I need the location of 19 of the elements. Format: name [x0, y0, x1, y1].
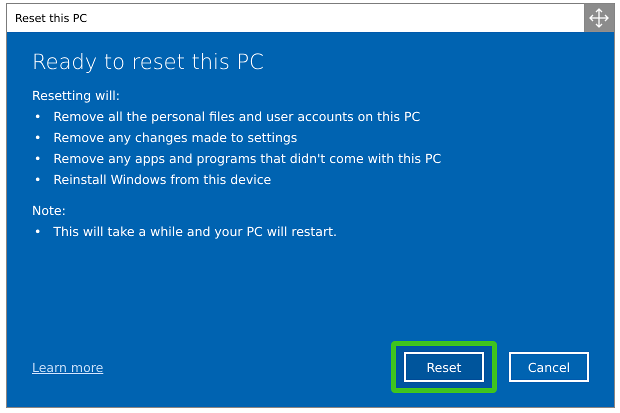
bullet: •	[34, 172, 42, 187]
window-title: Reset this PC	[15, 12, 88, 24]
move-button[interactable]	[584, 4, 614, 32]
bullet: •	[34, 109, 42, 124]
section-label: Resetting will:	[32, 88, 121, 103]
list-item-text: Remove all the personal files and user accounts on this PC	[53, 109, 420, 124]
list-item-text: Remove any changes made to settings	[53, 130, 298, 145]
list-item-text: This will take a while and your PC will restart.	[53, 224, 337, 239]
list-item-text: Reinstall Windows from this device	[53, 172, 272, 187]
bullet: •	[34, 224, 42, 239]
list-item-text: Remove any apps and programs that didn't come with this PC	[53, 151, 442, 166]
bullet: •	[34, 130, 42, 145]
learn-more-link[interactable]: Learn more	[32, 360, 104, 374]
section-label: Note:	[32, 203, 67, 218]
bullet: •	[34, 151, 42, 166]
move-icon	[589, 8, 609, 28]
dialog-button[interactable]: Cancel	[509, 352, 589, 382]
dialog-button[interactable]: Reset	[404, 352, 484, 382]
dialog-heading: Ready to reset this PC	[32, 50, 265, 74]
